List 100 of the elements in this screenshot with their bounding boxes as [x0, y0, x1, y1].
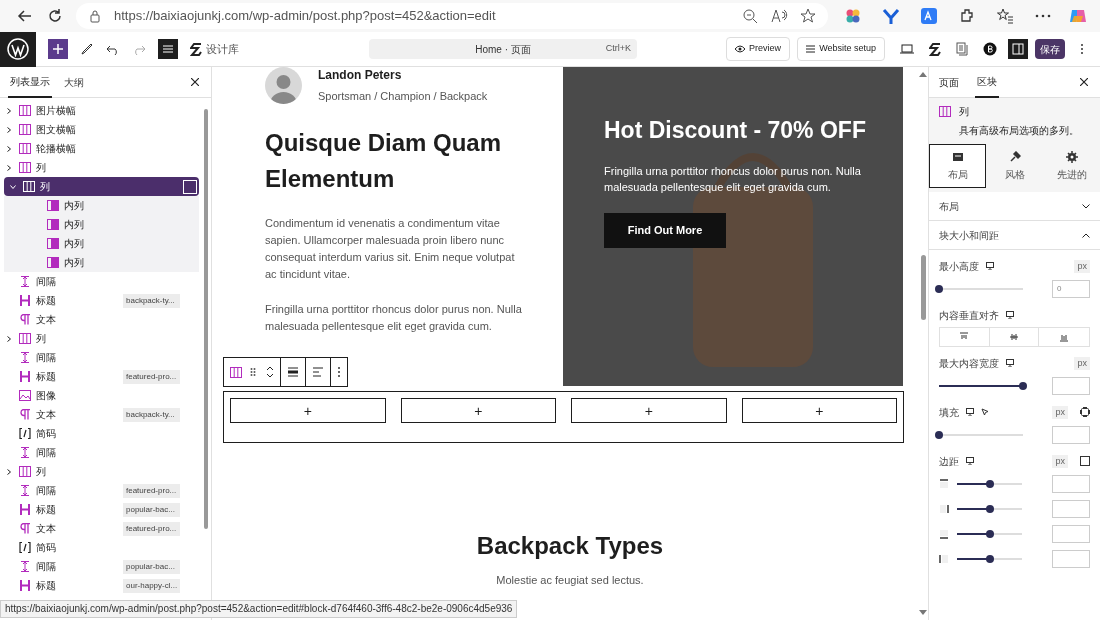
monitor-icon[interactable]	[966, 408, 974, 416]
list-item[interactable]: 文本 featured-pro...	[0, 519, 199, 538]
list-item[interactable]: 图像	[0, 386, 199, 405]
monitor-icon[interactable]	[1006, 359, 1014, 367]
drag-handle-icon[interactable]	[250, 367, 256, 377]
extensions-icon[interactable]	[958, 7, 976, 25]
slider-thumb[interactable]	[985, 554, 994, 563]
number-field[interactable]	[1052, 549, 1090, 568]
list-item[interactable]: 标题 our-happy-cl...	[0, 576, 199, 595]
panel-header[interactable]: 块大小和间距	[929, 221, 1100, 250]
slider-track[interactable]	[957, 532, 1022, 535]
list-item[interactable]: 内列	[4, 253, 199, 272]
list-item[interactable]: 文本	[0, 310, 199, 329]
list-item[interactable]: 标题 popular-bac...	[0, 500, 199, 519]
panel-tab[interactable]: 页面	[937, 66, 961, 98]
favorites-icon[interactable]	[996, 7, 1014, 25]
slider-track[interactable]	[957, 507, 1022, 510]
settings-tab[interactable]: 布局	[929, 144, 986, 188]
list-item[interactable]: 间隔 popular-bac...	[0, 557, 199, 576]
margin-bottom-icon[interactable]	[939, 528, 949, 539]
more-vertical-icon[interactable]	[337, 366, 341, 378]
chevron-right-icon[interactable]	[6, 164, 12, 171]
add-block-button[interactable]: +	[230, 398, 386, 423]
preview-button[interactable]: Preview	[726, 37, 791, 61]
s-logo-icon[interactable]	[929, 42, 941, 56]
zoom-out-icon[interactable]	[742, 8, 758, 24]
panel-header[interactable]: 布局	[929, 192, 1100, 221]
list-item[interactable]: 轮播横幅	[0, 139, 199, 158]
website-setup-button[interactable]: Website setup	[797, 37, 885, 61]
read-aloud-icon[interactable]	[770, 8, 788, 24]
chevron-right-icon[interactable]	[6, 145, 12, 152]
panel-tab[interactable]: 列表显示	[8, 66, 52, 98]
list-item[interactable]: 列	[0, 329, 199, 348]
pen-icon[interactable]	[80, 42, 94, 56]
options-button[interactable]	[183, 179, 197, 194]
list-item[interactable]: 间隔	[0, 272, 199, 291]
slider-track[interactable]	[957, 482, 1022, 485]
list-item[interactable]: 间隔	[0, 348, 199, 367]
more-vertical-icon[interactable]	[1080, 43, 1084, 55]
number-field[interactable]	[1052, 376, 1090, 395]
add-block-button[interactable]: +	[741, 398, 897, 423]
wordpress-logo-button[interactable]	[0, 31, 36, 67]
refresh-icon[interactable]	[46, 7, 64, 25]
unit-label[interactable]: px	[1074, 356, 1090, 370]
slider-thumb[interactable]	[935, 284, 943, 293]
slider-thumb[interactable]	[1019, 381, 1027, 390]
unit-label[interactable]: px	[1052, 454, 1068, 468]
unit-label[interactable]: px	[1074, 259, 1090, 273]
chevron-right-icon[interactable]	[6, 468, 12, 475]
align-center-icon[interactable]	[287, 366, 299, 378]
list-item[interactable]: 简码	[0, 538, 199, 557]
list-item[interactable]: 列	[0, 158, 199, 177]
list-item[interactable]: 内列	[4, 196, 199, 215]
margin-right-icon[interactable]	[939, 503, 949, 514]
chevron-right-icon[interactable]	[6, 107, 12, 114]
close-icon[interactable]	[191, 78, 199, 86]
list-item[interactable]: 列	[0, 462, 199, 481]
margin-left-icon[interactable]	[939, 553, 949, 564]
columns-icon[interactable]	[230, 366, 242, 378]
chevron-down-icon[interactable]	[10, 183, 16, 190]
monitor-icon[interactable]	[1006, 311, 1014, 319]
pointer-icon[interactable]	[981, 408, 989, 416]
settings-sidebar-button[interactable]	[1008, 39, 1028, 59]
list-item[interactable]: 文本 backpack-ty...	[0, 405, 199, 424]
margin-top-icon[interactable]	[939, 478, 949, 489]
library-button[interactable]: 设计库	[190, 40, 239, 58]
list-item[interactable]: 标题 featured-pro...	[0, 367, 199, 386]
number-field[interactable]: 0	[1052, 279, 1090, 298]
chevron-right-icon[interactable]	[6, 335, 12, 342]
slider-track[interactable]	[957, 557, 1022, 560]
command-bar[interactable]: Home · 页面 Ctrl+K	[369, 39, 637, 59]
list-item[interactable]: 内列	[4, 234, 199, 253]
move-up-down-icon[interactable]	[266, 365, 274, 379]
number-field[interactable]	[1052, 499, 1090, 518]
slider-thumb[interactable]	[985, 504, 994, 513]
slider-thumb[interactable]	[985, 529, 994, 538]
number-field[interactable]	[1052, 425, 1090, 444]
list-item[interactable]: 标题 backpack-ty...	[0, 291, 199, 310]
chevron-right-icon[interactable]	[6, 126, 12, 133]
scrollbar[interactable]	[918, 71, 928, 616]
save-button[interactable]: 保存	[1035, 39, 1065, 59]
list-item[interactable]: 列	[4, 177, 199, 196]
laptop-icon[interactable]	[900, 43, 914, 55]
unit-label[interactable]: px	[1052, 405, 1068, 419]
pinwheel-icon[interactable]	[844, 7, 862, 25]
number-field[interactable]	[1052, 524, 1090, 543]
list-item[interactable]: 间隔	[0, 443, 199, 462]
y-logo-icon[interactable]	[882, 7, 900, 25]
translate-icon[interactable]	[920, 7, 938, 25]
settings-tab[interactable]: 风格	[986, 144, 1043, 188]
list-item[interactable]: 内列	[4, 215, 199, 234]
pages-icon[interactable]	[956, 42, 968, 56]
b-circle-icon[interactable]	[983, 42, 997, 56]
find-out-more-button[interactable]: Find Out More	[604, 213, 726, 248]
add-block-button[interactable]	[48, 39, 68, 59]
list-view-button[interactable]	[158, 39, 178, 59]
close-icon[interactable]	[1080, 78, 1088, 86]
slider-thumb[interactable]	[935, 430, 943, 439]
add-block-button[interactable]: +	[400, 398, 556, 423]
number-field[interactable]	[1052, 474, 1090, 493]
